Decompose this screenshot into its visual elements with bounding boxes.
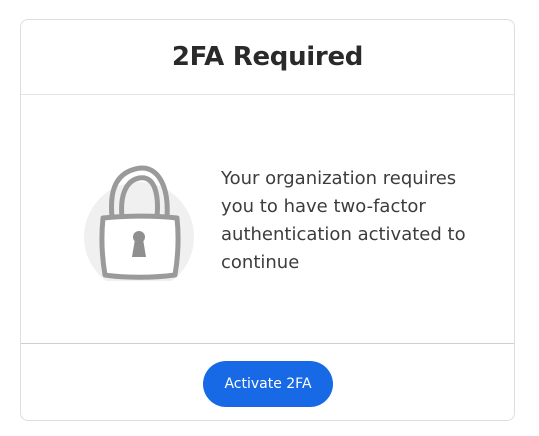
two-factor-dialog: 2FA Required Your organization requires …: [20, 19, 515, 421]
dialog-footer: Activate 2FA: [21, 343, 514, 420]
activate-2fa-button[interactable]: Activate 2FA: [203, 361, 333, 407]
dialog-body: Your organization requires you to have t…: [21, 95, 514, 343]
dialog-message: Your organization requires you to have t…: [221, 168, 466, 273]
padlock-icon: [84, 165, 194, 281]
dialog-header: 2FA Required: [21, 20, 514, 95]
dialog-title: 2FA Required: [171, 42, 364, 72]
